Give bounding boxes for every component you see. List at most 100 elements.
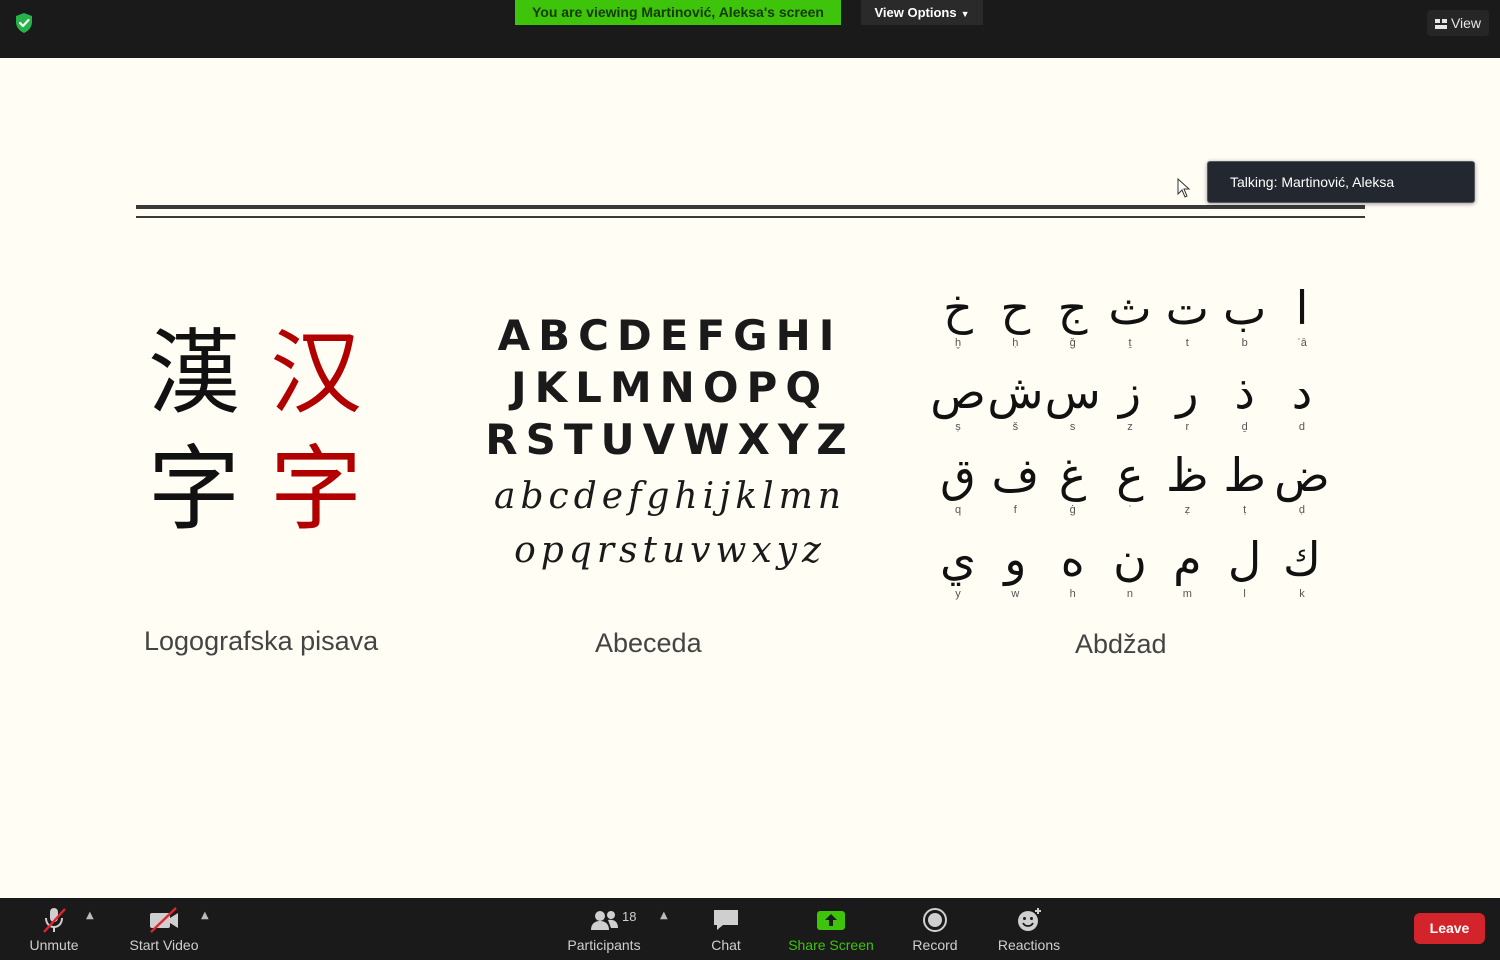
abjad-transliteration: ṣ [955, 421, 961, 433]
abjad-cell: رr [1159, 364, 1215, 434]
abjad-transliteration: b [1241, 337, 1248, 349]
unmute-label: Unmute [29, 937, 79, 953]
participants-options-chevron-icon[interactable]: ▲ [660, 910, 668, 921]
abjad-cell: زz [1102, 364, 1158, 434]
abjad-cell: ثṯ [1102, 280, 1158, 350]
abjad-transliteration: ṭ [1243, 504, 1247, 516]
view-button[interactable]: View [1427, 10, 1489, 36]
abjad-cell: تt [1159, 280, 1215, 350]
share-screen-icon [817, 911, 845, 930]
abjad-letter: ج [1057, 281, 1088, 335]
abjad-letter: ك [1283, 532, 1321, 586]
abjad-letter: ظ [1166, 448, 1209, 502]
abjad-cell: عʿ [1102, 447, 1158, 517]
abjad-letter: ط [1223, 448, 1266, 502]
video-camera-off-icon [150, 907, 178, 933]
abjad-letter: ر [1176, 365, 1199, 419]
start-video-button[interactable]: Start Video [124, 898, 204, 960]
abjad-cell: صṣ [930, 364, 986, 434]
abjad-letter: ش [987, 365, 1044, 419]
talking-indicator: Talking: Martinović, Aleksa [1207, 161, 1475, 203]
abjad-cell: نn [1102, 531, 1158, 601]
abjad-cell: لl [1217, 531, 1273, 601]
view-options-button[interactable]: View Options ▼ [861, 0, 983, 25]
slide-divider-thin [136, 216, 1365, 218]
caption-abjad: Abdžad [1075, 629, 1167, 659]
abjad-transliteration: r [1185, 421, 1190, 433]
view-label: View [1450, 15, 1482, 31]
view-options-label: View Options [874, 5, 957, 20]
participants-icon [591, 911, 618, 930]
abjad-letter: ث [1108, 281, 1152, 335]
abjad-transliteration: š [1012, 421, 1019, 433]
abjad-letter: ن [1113, 532, 1147, 586]
abjad-letter: خ [943, 281, 973, 335]
abjad-transliteration: ḏ [1241, 421, 1248, 433]
abjad-cell: ا ʾā [1274, 280, 1330, 350]
viewing-screen-banner: You are viewing Martinović, Aleksa's scr… [515, 0, 841, 25]
participants-button[interactable]: Participants [562, 898, 646, 960]
alphabet-caps-row-1: ABCDEFGHI [497, 311, 843, 360]
abjad-letter: ح [1000, 281, 1031, 335]
abjad-cell: سs [1045, 364, 1101, 434]
alphabet-lower-row-2: opqrstuvwxyz [514, 530, 826, 571]
unmute-button[interactable]: Unmute [20, 898, 88, 960]
chat-button[interactable]: Chat [700, 898, 752, 960]
abjad-letter: ت [1165, 281, 1209, 335]
abjad-cell: شš [987, 364, 1043, 434]
abjad-transliteration: ḍ [1298, 504, 1306, 516]
abjad-cell: ضḍ [1274, 447, 1330, 517]
audio-options-chevron-icon[interactable]: ▲ [86, 910, 94, 921]
abjad-transliteration: s [1069, 421, 1076, 433]
abjad-transliteration: k [1299, 588, 1305, 600]
abjad-cell: فf [987, 447, 1043, 517]
microphone-muted-icon [43, 908, 66, 933]
record-icon [923, 908, 947, 932]
abjad-transliteration: y [955, 588, 961, 600]
abjad-letter: ع [1116, 448, 1144, 502]
abjad-cell: غġ [1045, 447, 1101, 517]
abjad-letter: ي [939, 532, 976, 586]
caption-logographic: Logografska pisava [144, 626, 379, 656]
abjad-letter: ق [940, 448, 976, 502]
abjad-letter: و [1004, 532, 1027, 586]
alphabet-lower-row-1: abcdefghijklmn [494, 476, 846, 517]
abjad-transliteration: f [1013, 504, 1017, 516]
top-bar: You are viewing Martinović, Aleksa's scr… [0, 0, 1500, 58]
abjad-letter: ض [1274, 448, 1330, 502]
abjad-row: خ ḫ ح ḥ ج ǧ ث ṯ ت t ب b ا ʾā [930, 280, 1330, 350]
abjad-cell: كk [1274, 531, 1330, 601]
hanzi-traditional-1: 漢 [148, 320, 241, 427]
video-options-chevron-icon[interactable]: ▲ [201, 910, 209, 921]
abjad-cell: وw [987, 531, 1043, 601]
hanzi-traditional-2: 字 [148, 436, 241, 543]
security-shield-icon[interactable] [13, 12, 35, 34]
abjad-letter: ه [1060, 532, 1085, 586]
reactions-button[interactable]: Reactions [994, 898, 1064, 960]
reactions-label: Reactions [997, 937, 1061, 953]
abjad-transliteration: h [1069, 588, 1076, 600]
participants-label: Participants [567, 937, 641, 953]
chat-bubble-icon [714, 910, 738, 930]
abjad-letter: م [1173, 532, 1202, 586]
abjad-cell: حḥ [987, 280, 1043, 350]
abjad-letter: ز [1118, 365, 1142, 419]
abjad-letter: ف [991, 448, 1040, 502]
abjad-letter: ص [930, 365, 986, 419]
abjad-transliteration: ʿ [1128, 504, 1132, 516]
abjad-transliteration: ǧ [1069, 337, 1076, 349]
abjad-letter: س [1044, 365, 1101, 419]
abjad-cell: يy [930, 531, 986, 601]
abjad-letter: ب [1222, 281, 1267, 335]
record-label: Record [912, 937, 958, 953]
share-screen-button[interactable]: Share Screen [784, 898, 878, 960]
abjad-transliteration: z [1127, 421, 1133, 433]
chevron-down-icon: ▼ [960, 9, 970, 19]
leave-button[interactable]: Leave [1414, 913, 1485, 944]
abjad-transliteration: d [1298, 421, 1306, 433]
abjad-letter: ل [1227, 532, 1262, 586]
abjad-cell: جǧ [1045, 280, 1101, 350]
participants-count: 18 [622, 909, 637, 924]
abjad-transliteration: ḥ [1012, 337, 1019, 349]
record-button[interactable]: Record [906, 898, 964, 960]
